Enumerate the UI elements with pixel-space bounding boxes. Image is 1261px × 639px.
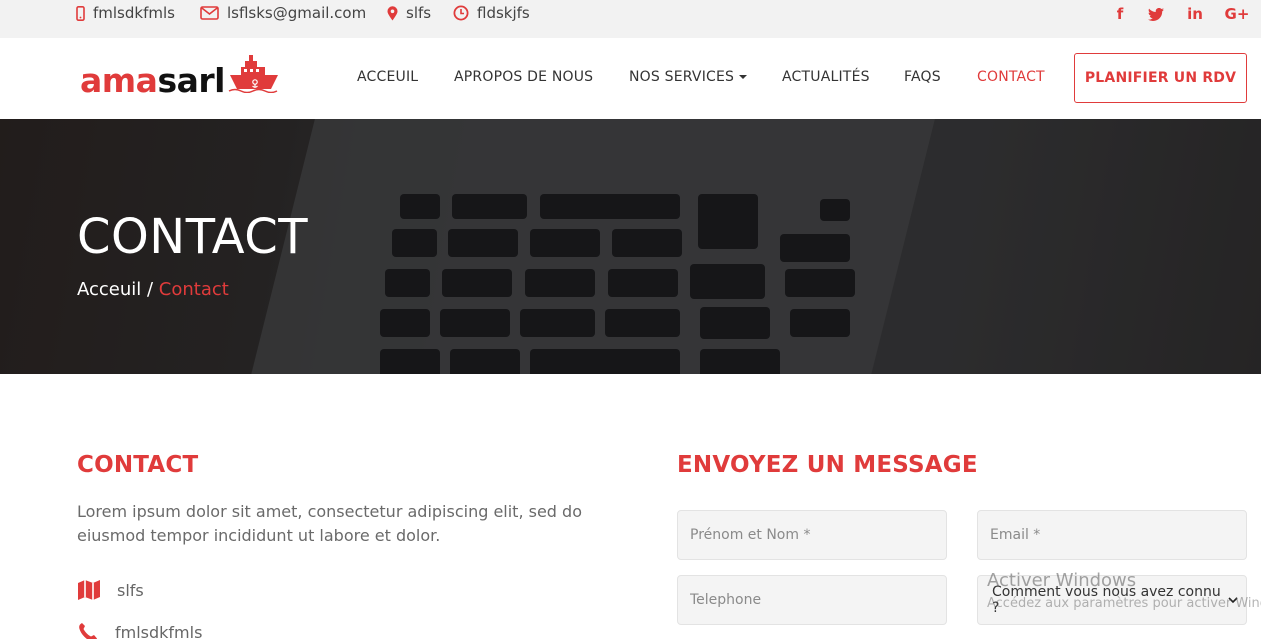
windows-activation-watermark: Activer Windows bbox=[987, 570, 1137, 591]
map-icon bbox=[78, 580, 100, 600]
form-section-title: ENVOYEZ UN MESSAGE bbox=[677, 452, 978, 478]
google-plus-icon[interactable]: G+ bbox=[1224, 5, 1250, 23]
page-hero: CONTACT Acceuil / Contact bbox=[0, 119, 1261, 374]
linkedin-icon[interactable]: in bbox=[1185, 5, 1205, 23]
nav-faqs[interactable]: FAQS bbox=[904, 69, 941, 85]
logo-text: amasarl bbox=[80, 63, 225, 99]
breadcrumb: Acceuil / Contact bbox=[77, 279, 229, 300]
topbar-email[interactable]: lsflsks@gmail.com bbox=[200, 4, 366, 22]
contact-address-text: slfs bbox=[117, 580, 144, 600]
main-header: amasarl ACCEUIL APROPOS DE NOUS NOS SERV… bbox=[0, 38, 1261, 119]
twitter-icon[interactable] bbox=[1147, 5, 1165, 23]
facebook-icon[interactable]: f bbox=[1112, 5, 1128, 23]
clock-icon bbox=[453, 5, 469, 21]
planifier-rdv-button[interactable]: PLANIFIER UN RDV bbox=[1074, 53, 1247, 103]
map-marker-icon bbox=[387, 5, 398, 20]
topbar-phone-text: fmlsdkfmls bbox=[93, 4, 175, 22]
breadcrumb-home-link[interactable]: Acceuil bbox=[77, 279, 141, 300]
nav-services[interactable]: NOS SERVICES bbox=[629, 69, 748, 85]
nav-apropos[interactable]: APROPOS DE NOUS bbox=[454, 69, 593, 85]
twitter-bird-icon bbox=[1148, 7, 1164, 21]
telephone-field[interactable] bbox=[677, 575, 947, 625]
breadcrumb-current: Contact bbox=[158, 279, 229, 300]
nav-contact[interactable]: CONTACT bbox=[977, 69, 1045, 85]
ship-icon bbox=[228, 55, 278, 93]
mobile-phone-icon bbox=[76, 5, 85, 21]
contact-phone: fmlsdkfmls bbox=[77, 619, 202, 639]
topbar-phone[interactable]: fmlsdkfmls bbox=[76, 4, 175, 22]
name-input[interactable] bbox=[690, 527, 934, 543]
topbar-email-text: lsflsks@gmail.com bbox=[227, 4, 367, 22]
windows-activation-subtext: Accédez aux paramètres pour activer Wind… bbox=[987, 596, 1261, 611]
contact-description: Lorem ipsum dolor sit amet, consectetur … bbox=[77, 502, 582, 545]
google-plus-glyph: G+ bbox=[1224, 5, 1250, 23]
telephone-input[interactable] bbox=[690, 592, 934, 608]
topbar-location: slfs bbox=[387, 4, 431, 22]
topbar-hours-text: fldskjfs bbox=[477, 4, 530, 22]
topbar-location-text: slfs bbox=[406, 4, 432, 22]
contact-phone-text: fmlsdkfmls bbox=[115, 622, 203, 639]
email-field[interactable] bbox=[977, 510, 1247, 560]
nav-services-label: NOS SERVICES bbox=[629, 69, 735, 85]
caret-down-icon bbox=[739, 75, 748, 79]
phone-icon bbox=[79, 623, 97, 639]
name-field[interactable] bbox=[677, 510, 947, 560]
contact-section-title: CONTACT bbox=[77, 452, 199, 478]
nav-acceuil[interactable]: ACCEUIL bbox=[357, 69, 418, 85]
facebook-glyph: f bbox=[1116, 5, 1124, 23]
email-input[interactable] bbox=[990, 527, 1234, 543]
topbar-hours: fldskjfs bbox=[453, 4, 530, 22]
nav-actualites[interactable]: ACTUALITÉS bbox=[782, 69, 870, 85]
logo[interactable]: amasarl bbox=[80, 55, 281, 99]
envelope-icon bbox=[200, 6, 219, 20]
breadcrumb-separator: / bbox=[141, 279, 159, 300]
contact-address: slfs bbox=[77, 577, 144, 603]
linkedin-glyph: in bbox=[1187, 5, 1203, 23]
page-title: CONTACT bbox=[77, 209, 309, 265]
top-bar: fmlsdkfmls lsflsks@gmail.com slfs fldskj… bbox=[0, 0, 1261, 38]
logo-text-ama: ama bbox=[80, 61, 158, 100]
logo-text-sarl: sarl bbox=[157, 61, 225, 100]
